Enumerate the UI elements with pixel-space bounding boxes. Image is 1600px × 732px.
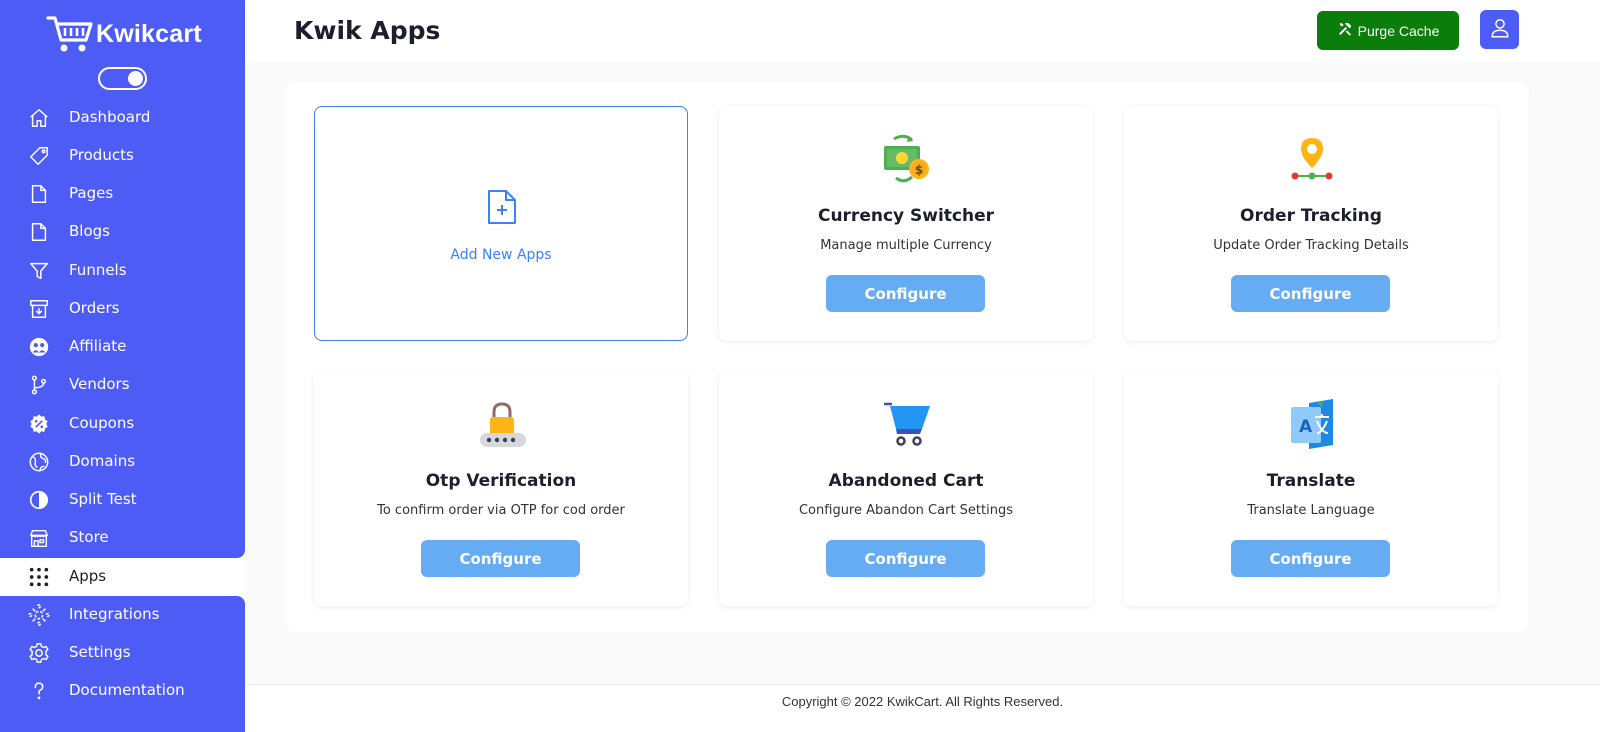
add-new-app-card[interactable]: Add New Apps [314,106,688,341]
sidebar-item-store[interactable]: Store [0,519,245,557]
brand-name: Kwikcart [96,19,202,48]
svg-text:$: $ [915,163,923,177]
app-card-currency-switcher: $ Currency Switcher Manage multiple Curr… [719,106,1093,341]
sidebar-item-label: Documentation [69,681,185,699]
sidebar-item-label: Affiliate [69,337,127,355]
sidebar-item-label: Funnels [69,261,127,279]
configure-button[interactable]: Configure [1231,275,1390,312]
sidebar-item-label: Products [69,146,134,164]
funnel-icon [28,260,50,282]
top-header: Kwik Apps Purge Cache [245,0,1600,62]
sidebar-item-affiliate[interactable]: Affiliate [0,328,245,366]
sidebar-item-label: Integrations [69,605,160,623]
grid-dots-icon [28,566,50,588]
question-icon [28,680,50,702]
sidebar-item-label: Domains [69,452,136,470]
sidebar-item-label: Blogs [69,222,110,240]
file-icon [28,221,50,243]
purge-cache-label: Purge Cache [1357,22,1440,39]
sidebar: Kwikcart Dashboard Products Pages Blogs … [0,0,245,732]
copyright-text: Copyright © 2022 KwikCart. All Rights Re… [781,694,1064,709]
tag-icon [28,145,50,167]
user-icon [1489,17,1511,43]
configure-button[interactable]: Configure [826,540,985,577]
add-new-apps-label: Add New Apps [450,247,552,263]
sidebar-item-label: Pages [69,184,114,202]
app-title: Translate [1266,471,1356,491]
archive-icon [28,298,50,320]
tools-icon [1337,21,1358,40]
svg-text:A: A [1299,417,1313,437]
apps-panel: Add New Apps $ Currency Switcher Manage … [285,82,1529,632]
sidebar-item-label: Store [69,528,109,546]
app-title: Currency Switcher [817,206,995,226]
sidebar-item-coupons[interactable]: Coupons [0,405,245,443]
sidebar-item-label: Dashboard [69,108,151,126]
sidebar-item-products[interactable]: Products [0,137,245,175]
sidebar-item-label: Coupons [69,414,135,432]
sidebar-item-orders[interactable]: Orders [0,290,245,328]
sidebar-item-settings[interactable]: Settings [0,634,245,672]
sidebar-item-integrations[interactable]: Integrations [0,596,245,634]
app-title: Order Tracking [1240,206,1382,226]
page-title: Kwik Apps [294,16,441,45]
app-description: Update Order Tracking Details [1213,238,1409,253]
globe-icon [28,451,50,473]
app-card-order-tracking: Order Tracking Update Order Tracking Det… [1124,106,1498,341]
sidebar-item-label: Settings [69,643,131,661]
app-card-translate: A Translate Translate Language Configure [1124,371,1498,606]
sidebar-item-dashboard[interactable]: Dashboard [0,99,245,137]
lock-icon [477,399,527,449]
app-title: Abandoned Cart [828,471,984,491]
configure-button[interactable]: Configure [1231,540,1390,577]
coupon-icon [28,413,50,435]
sidebar-item-pages[interactable]: Pages [0,175,245,213]
split-circle-icon [28,489,50,511]
home-icon [28,107,50,129]
sidebar-item-funnels[interactable]: Funnels [0,252,245,290]
app-card-abandoned-cart: Abandoned Cart Configure Abandon Cart Se… [719,371,1093,606]
app-description: Translate Language [1247,503,1375,518]
app-description: Configure Abandon Cart Settings [798,503,1013,518]
sidebar-item-label: Orders [69,299,120,317]
sidebar-item-blogs[interactable]: Blogs [0,213,245,251]
cart-logo-icon [46,14,94,54]
app-title: Otp Verification [425,471,577,491]
app-card-otp-verification: Otp Verification To confirm order via OT… [314,371,688,606]
cart-icon [882,399,932,449]
currency-icon: $ [882,134,932,184]
sidebar-item-apps[interactable]: Apps [10,558,245,596]
store-icon [28,527,50,549]
translate-icon: A [1287,399,1337,449]
configure-button[interactable]: Configure [421,540,580,577]
toggle-knob [128,71,143,86]
add-file-icon [486,189,518,229]
brand-logo[interactable]: Kwikcart [46,14,202,54]
location-pin-icon [1287,134,1337,184]
footer: Copyright © 2022 KwikCart. All Rights Re… [245,684,1600,732]
app-description: To confirm order via OTP for cod order [377,503,625,518]
theme-toggle[interactable] [98,67,147,90]
gear-icon [28,642,50,664]
affiliate-icon [28,336,50,358]
sidebar-item-documentation[interactable]: Documentation [0,672,245,710]
sidebar-item-label: Apps [69,567,107,585]
user-profile-button[interactable] [1480,10,1519,49]
sidebar-item-split-test[interactable]: Split Test [0,481,245,519]
integrations-icon [28,604,50,626]
purge-cache-button[interactable]: Purge Cache [1317,11,1459,50]
app-description: Manage multiple Currency [820,238,992,253]
configure-button[interactable]: Configure [826,275,985,312]
sidebar-item-domains[interactable]: Domains [0,443,245,481]
file-icon [28,183,50,205]
sidebar-item-vendors[interactable]: Vendors [0,366,245,404]
sidebar-item-label: Split Test [69,490,137,508]
sidebar-item-label: Vendors [69,375,130,393]
branch-icon [28,374,50,396]
